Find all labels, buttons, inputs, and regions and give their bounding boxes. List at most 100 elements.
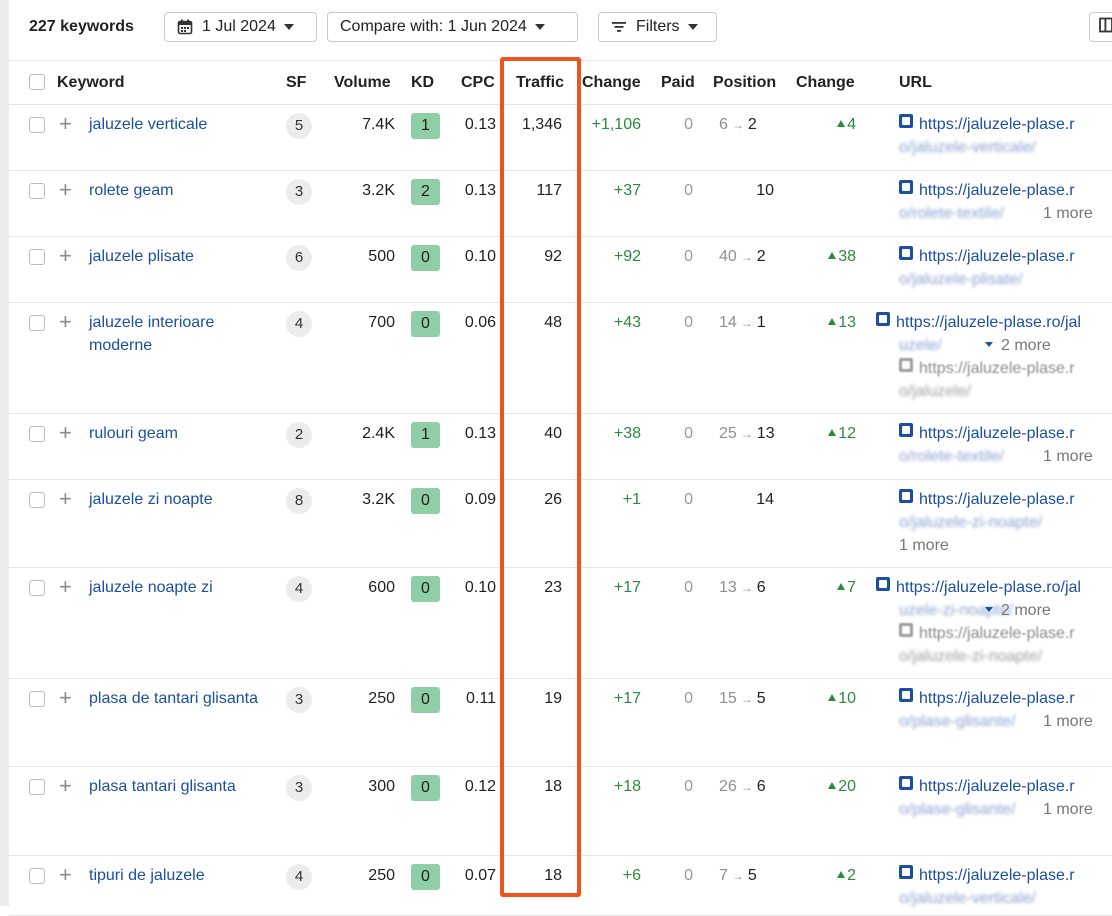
more-urls[interactable]: 1 more	[1043, 202, 1093, 225]
sf-badge[interactable]: 4	[286, 864, 312, 890]
plus-icon[interactable]: +	[59, 113, 72, 135]
column-url[interactable]: URL	[899, 74, 932, 92]
more-urls[interactable]: 1 more	[1043, 798, 1093, 821]
volume-value: 2.4K	[362, 425, 395, 442]
columns-button[interactable]	[1089, 12, 1112, 42]
sf-badge[interactable]: 3	[286, 775, 312, 801]
keyword-link[interactable]: plasa de tantari glisanta	[89, 687, 269, 710]
column-traffic[interactable]: Traffic	[516, 74, 564, 92]
position-change-value: 20	[809, 778, 856, 796]
sf-badge[interactable]: 3	[286, 179, 312, 205]
url-link[interactable]: https://jaluzele-plase.r	[899, 179, 1075, 202]
more-urls[interactable]: 1 more	[1043, 710, 1093, 733]
traffic-change-value: +43	[613, 314, 641, 331]
row-checkbox[interactable]	[29, 249, 45, 265]
row-checkbox[interactable]	[29, 492, 45, 508]
more-urls[interactable]: 1 more	[899, 534, 949, 557]
url-link[interactable]: https://jaluzele-plase.r	[899, 775, 1075, 798]
filters-label: Filters	[636, 18, 680, 35]
sf-badge[interactable]: 4	[286, 311, 312, 337]
more-urls[interactable]: 1 more	[1043, 445, 1093, 468]
sf-badge[interactable]: 6	[286, 245, 312, 271]
secondary-url-path-blurred[interactable]: o/jaluzele-zi-noapte/	[899, 645, 1042, 668]
row-checkbox[interactable]	[29, 117, 45, 133]
url-link[interactable]: https://jaluzele-plase.r	[899, 245, 1075, 268]
keyword-link[interactable]: rulouri geam	[89, 422, 269, 445]
plus-icon[interactable]: +	[59, 864, 72, 886]
row-checkbox[interactable]	[29, 315, 45, 331]
url-path-blurred[interactable]: o/rolete-textile/	[899, 445, 1004, 468]
url-path-blurred[interactable]: o/rolete-textile/	[899, 202, 1004, 225]
more-urls[interactable]: 2 more	[979, 599, 1051, 622]
url-link[interactable]: https://jaluzele-plase.r	[899, 422, 1075, 445]
kd-badge: 1	[411, 113, 440, 139]
row-checkbox[interactable]	[29, 183, 45, 199]
url-path-blurred[interactable]: o/jaluzele-verticale/	[899, 136, 1036, 159]
table-row: + jaluzele noapte zi 4 600 0 0.10 23 +17 0 13 → 6 7 h…	[9, 567, 1112, 679]
plus-icon[interactable]: +	[59, 245, 72, 267]
cpc-value: 0.07	[464, 867, 496, 884]
plus-icon[interactable]: +	[59, 179, 72, 201]
position-value: 13 → 6	[719, 579, 766, 597]
secondary-url[interactable]: https://jaluzele-plase.r	[899, 357, 1075, 380]
sf-badge[interactable]: 3	[286, 687, 312, 713]
row-checkbox[interactable]	[29, 426, 45, 442]
url-path-blurred[interactable]: o/jaluzele-zi-noapte/	[899, 511, 1042, 534]
more-urls[interactable]: 2 more	[979, 334, 1051, 357]
keyword-link[interactable]: jaluzele interioare moderne	[89, 311, 269, 357]
column-cpc[interactable]: CPC	[461, 74, 495, 92]
keyword-link[interactable]: jaluzele zi noapte	[89, 488, 269, 511]
column-change[interactable]: Change	[582, 74, 641, 92]
compare-button[interactable]: Compare with: 1 Jun 2024	[327, 12, 578, 42]
plus-icon[interactable]: +	[59, 576, 72, 598]
url-link[interactable]: https://jaluzele-plase.r	[899, 113, 1075, 136]
secondary-url-path-blurred[interactable]: o/jaluzele/	[899, 380, 971, 403]
row-checkbox[interactable]	[29, 779, 45, 795]
plus-icon[interactable]: +	[59, 488, 72, 510]
plus-icon[interactable]: +	[59, 311, 72, 333]
sf-badge[interactable]: 2	[286, 422, 312, 448]
column-keyword[interactable]: Keyword	[57, 74, 125, 92]
url-path-blurred[interactable]: o/plase-glisante/	[899, 710, 1016, 733]
column-volume[interactable]: Volume	[334, 74, 391, 92]
sf-badge[interactable]: 8	[286, 488, 312, 514]
plus-icon[interactable]: +	[59, 687, 72, 709]
kd-badge: 2	[411, 179, 440, 205]
keyword-link[interactable]: plasa tantari glisanta	[89, 775, 269, 798]
secondary-url[interactable]: https://jaluzele-plase.r	[899, 622, 1075, 645]
plus-icon[interactable]: +	[59, 775, 72, 797]
row-checkbox[interactable]	[29, 691, 45, 707]
filters-button[interactable]: Filters	[598, 12, 717, 42]
keyword-link[interactable]: rolete geam	[89, 179, 269, 202]
url-path-blurred[interactable]: o/jaluzele-verticale/	[899, 887, 1036, 910]
keyword-link[interactable]: jaluzele verticale	[89, 113, 269, 136]
position-previous: 15	[719, 690, 737, 707]
kd-badge: 0	[411, 245, 440, 271]
sf-badge[interactable]: 5	[286, 113, 312, 139]
column-position[interactable]: Position	[713, 74, 776, 92]
column-kd[interactable]: KD	[411, 74, 434, 92]
url-link[interactable]: https://jaluzele-plase.r	[899, 864, 1075, 887]
url-link[interactable]: https://jaluzele-plase.ro/jal	[876, 576, 1081, 599]
row-checkbox[interactable]	[29, 868, 45, 884]
column-position-change[interactable]: Change	[796, 74, 855, 92]
sf-badge[interactable]: 4	[286, 576, 312, 602]
url-link[interactable]: https://jaluzele-plase.r	[899, 687, 1075, 710]
compare-label: Compare with: 1 Jun 2024	[340, 18, 527, 35]
date-picker-button[interactable]: 1 Jul 2024	[164, 12, 317, 42]
url-link[interactable]: https://jaluzele-plase.r	[899, 488, 1075, 511]
position-change-number: 20	[838, 778, 856, 795]
volume-value: 500	[368, 248, 395, 265]
url-path-blurred[interactable]: o/jaluzele-plisate/	[899, 268, 1023, 291]
select-all-checkbox[interactable]	[29, 74, 45, 90]
plus-icon[interactable]: +	[59, 422, 72, 444]
url-link[interactable]: https://jaluzele-plase.ro/jal	[876, 311, 1081, 334]
column-sf[interactable]: SF	[286, 74, 306, 92]
keyword-link[interactable]: tipuri de jaluzele	[89, 864, 269, 887]
keyword-link[interactable]: jaluzele noapte zi	[89, 576, 269, 599]
column-paid[interactable]: Paid	[661, 74, 695, 92]
row-checkbox[interactable]	[29, 580, 45, 596]
url-path-blurred[interactable]: uzele/	[899, 334, 942, 357]
keyword-link[interactable]: jaluzele plisate	[89, 245, 269, 268]
url-path-blurred[interactable]: o/plase-glisante/	[899, 798, 1016, 821]
